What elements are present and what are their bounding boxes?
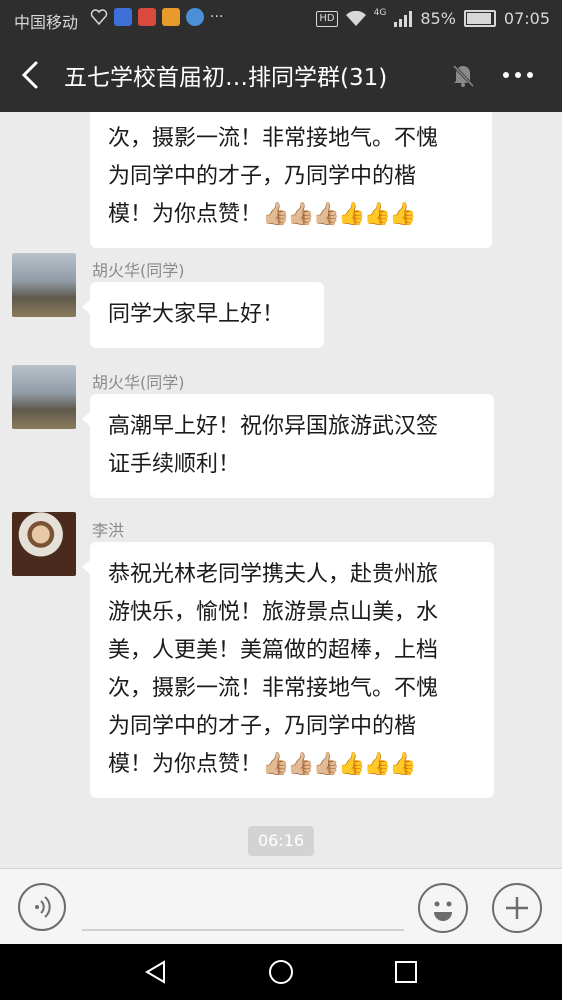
message-line: 次，摄影一流！非常接地气。不愧 <box>108 126 439 151</box>
wifi-icon <box>345 10 366 26</box>
thumbs-up-emoji: 👍🏼👍🏼👍🏼👍👍👍 <box>262 202 416 227</box>
message-line: 模！为你点赞！👍🏼👍🏼👍🏼👍👍👍 <box>108 752 416 777</box>
emoji-button[interactable] <box>418 883 468 933</box>
message-bubble[interactable]: 次，摄影一流！非常接地气。不愧 为同学中的才子，乃同学中的楷 模！为你点赞！👍🏼… <box>90 112 492 248</box>
network-type-icon: 4G <box>373 7 387 18</box>
thumbs-up-emoji: 👍🏼👍🏼👍🏼👍👍👍 <box>262 752 416 777</box>
clock: 07:05 <box>503 9 550 28</box>
video-app-icon <box>162 8 180 26</box>
heart-shield-icon <box>90 9 108 26</box>
smiley-icon <box>434 901 452 921</box>
group-title: 五七学校首届初…排同学群(31) <box>64 65 388 91</box>
sender-name: 李洪 <box>92 521 125 540</box>
voice-wave-icon <box>35 896 51 918</box>
timestamp-chip: 06:16 <box>248 826 314 856</box>
browser-app-icon <box>186 8 204 26</box>
battery-fill <box>466 13 491 24</box>
battery-icon <box>463 10 496 27</box>
message-line: 高潮早上好！祝你异国旅游武汉签 <box>108 414 439 439</box>
nav-back-icon[interactable] <box>142 958 170 986</box>
sender-name: 胡火华(同学) <box>92 373 185 392</box>
baidu-app-icon <box>114 8 132 26</box>
message-line: 证手续顺利！ <box>108 452 241 477</box>
message-bubble[interactable]: 恭祝光林老同学携夫人，赴贵州旅 游快乐，愉悦！旅游景点山美，水 美，人更美！美篇… <box>82 542 494 798</box>
chat-header: 五七学校首届初…排同学群(31) <box>0 38 562 112</box>
battery-percent: 85% <box>420 9 456 28</box>
nav-recents-icon[interactable] <box>392 958 420 986</box>
carrier-label: 中国移动 <box>14 13 79 32</box>
hd-icon: HD <box>316 10 338 27</box>
system-navigation-bar <box>0 944 562 1000</box>
message-line: 为同学中的才子，乃同学中的楷 <box>108 164 417 189</box>
avatar[interactable] <box>12 512 76 576</box>
message-line: 同学大家早上好！ <box>108 302 285 327</box>
message-line: 游快乐，愉悦！旅游景点山美，水 <box>108 600 439 625</box>
message-line: 恭祝光林老同学携夫人，赴贵州旅 <box>108 562 439 587</box>
plus-icon <box>506 897 528 919</box>
message-bubble[interactable]: 同学大家早上好！ <box>82 282 324 348</box>
nav-home-icon[interactable] <box>267 958 295 986</box>
input-bar <box>0 868 562 945</box>
back-arrow-icon[interactable] <box>14 58 48 92</box>
sender-name: 胡火华(同学) <box>92 261 185 280</box>
avatar[interactable] <box>12 253 76 317</box>
message-line: 次，摄影一流！非常接地气。不愧 <box>108 676 439 701</box>
mail-app-icon <box>138 8 156 26</box>
message-line: 为同学中的才子，乃同学中的楷 <box>108 714 417 739</box>
message-line: 美，人更美！美篇做的超棒，上档 <box>108 638 439 663</box>
message-bubble[interactable]: 高潮早上好！祝你异国旅游武汉签 证手续顺利！ <box>82 394 494 498</box>
signal-icon <box>394 10 413 27</box>
status-bar: 中国移动 ··· HD 4G 85% 07:05 <box>0 0 562 38</box>
chat-message-list[interactable]: 次，摄影一流！非常接地气。不愧 为同学中的才子，乃同学中的楷 模！为你点赞！👍🏼… <box>0 112 562 868</box>
message-input[interactable] <box>82 929 404 931</box>
notification-icons: ··· <box>90 8 223 26</box>
mute-bell-icon <box>452 64 475 88</box>
more-notifications-icon: ··· <box>210 9 224 25</box>
more-options-icon[interactable] <box>500 58 536 92</box>
avatar[interactable] <box>12 365 76 429</box>
message-line: 模！为你点赞！👍🏼👍🏼👍🏼👍👍👍 <box>108 202 416 227</box>
voice-input-button[interactable] <box>18 883 66 931</box>
more-actions-button[interactable] <box>492 883 542 933</box>
